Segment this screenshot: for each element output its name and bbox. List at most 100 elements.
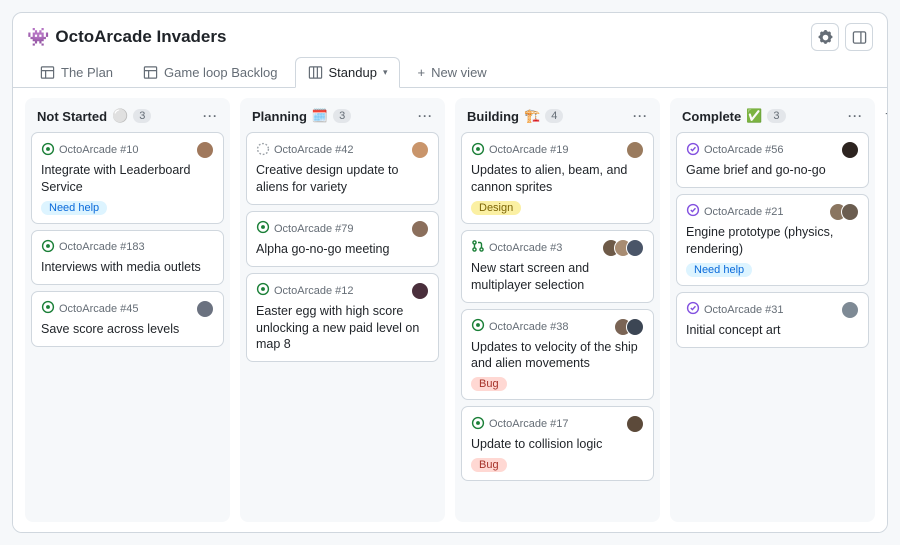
tab-new-view[interactable]: + New view (404, 57, 499, 88)
issue-card[interactable]: OctoArcade #38 Updates to velocity of th… (461, 309, 654, 401)
assignees (196, 300, 214, 318)
issue-card[interactable]: OctoArcade #45 Save score across levels (31, 291, 224, 347)
column-menu-button[interactable]: ··· (848, 109, 863, 123)
gear-icon (818, 30, 833, 45)
card-meta: OctoArcade #10 (41, 142, 139, 159)
issue-label: Need help (686, 263, 752, 277)
status-icon (471, 416, 485, 433)
card-top: OctoArcade #3 (471, 239, 644, 257)
avatar (626, 239, 644, 257)
issue-title: Engine prototype (physics, rendering) (686, 224, 859, 258)
column-count: 3 (333, 109, 351, 123)
assignees (411, 282, 429, 300)
issue-title: Updates to velocity of the ship and alie… (471, 339, 644, 373)
card-top: OctoArcade #19 (471, 141, 644, 159)
status-icon (686, 203, 700, 220)
avatar (411, 282, 429, 300)
tab-label: The Plan (61, 65, 113, 80)
header-actions (811, 23, 873, 51)
issue-card[interactable]: OctoArcade #10 Integrate with Leaderboar… (31, 132, 224, 224)
issue-title: New start screen and multiplayer selecti… (471, 260, 644, 294)
tab-standup[interactable]: Standup ▾ (295, 57, 401, 88)
avatar (841, 203, 859, 221)
issue-title: Easter egg with high score unlocking a n… (256, 303, 429, 354)
avatar (626, 415, 644, 433)
issue-label: Bug (471, 377, 507, 391)
issue-card[interactable]: OctoArcade #31 Initial concept art (676, 292, 869, 348)
plus-icon: + (417, 65, 425, 80)
card-top: OctoArcade #38 (471, 318, 644, 336)
avatar (411, 220, 429, 238)
status-icon (256, 142, 270, 159)
card-meta: OctoArcade #12 (256, 282, 354, 299)
assignees (841, 141, 859, 159)
column-emoji: 🗓️ (312, 108, 328, 124)
issue-ref: OctoArcade #19 (489, 144, 569, 156)
card-meta: OctoArcade #21 (686, 203, 784, 220)
issue-ref: OctoArcade #3 (489, 242, 562, 254)
column-title: Building 🏗️ 4 (467, 108, 563, 124)
issue-card[interactable]: OctoArcade #12 Easter egg with high scor… (246, 273, 439, 363)
avatar (196, 141, 214, 159)
board-header: 👾 OctoArcade Invaders (13, 13, 887, 55)
status-icon (41, 142, 55, 159)
issue-ref: OctoArcade #183 (59, 241, 145, 253)
issue-card[interactable]: OctoArcade #79 Alpha go-no-go meeting (246, 211, 439, 267)
issue-card[interactable]: OctoArcade #17 Update to collision logic… (461, 406, 654, 481)
chevron-down-icon: ▾ (383, 67, 388, 78)
column-emoji: ⚪ (112, 108, 128, 124)
settings-button[interactable] (811, 23, 839, 51)
issue-title: Game brief and go-no-go (686, 162, 859, 179)
status-icon (686, 142, 700, 159)
issue-card[interactable]: OctoArcade #42 Creative design update to… (246, 132, 439, 205)
column-name: Not Started (37, 109, 107, 124)
column-header: Not Started ⚪ 3 ··· (31, 106, 224, 132)
assignees (614, 318, 644, 336)
issue-ref: OctoArcade #38 (489, 321, 569, 333)
column-title: Not Started ⚪ 3 (37, 108, 151, 124)
column-emoji: 🏗️ (524, 108, 540, 124)
status-icon (256, 220, 270, 237)
column-menu-button[interactable]: ··· (203, 109, 218, 123)
panel-button[interactable] (845, 23, 873, 51)
issue-card[interactable]: OctoArcade #19 Updates to alien, beam, a… (461, 132, 654, 224)
tab-the-plan[interactable]: The Plan (27, 57, 126, 88)
column: Not Started ⚪ 3 ··· OctoArcade #10 Integ… (25, 98, 230, 522)
tab-game-loop-backlog[interactable]: Game loop Backlog (130, 57, 290, 88)
status-icon (471, 318, 485, 335)
column-name: Building (467, 109, 519, 124)
tab-label: New view (431, 65, 487, 80)
card-meta: OctoArcade #45 (41, 300, 139, 317)
issue-label: Design (471, 201, 521, 215)
issue-label: Bug (471, 458, 507, 472)
status-icon (256, 282, 270, 299)
column: Planning 🗓️ 3 ··· OctoArcade #42 Creativ… (240, 98, 445, 522)
assignees (626, 415, 644, 433)
view-tabs: The Plan Game loop Backlog Standup ▾ + N… (13, 55, 887, 88)
issue-card[interactable]: OctoArcade #3 New start screen and multi… (461, 230, 654, 303)
avatar (626, 318, 644, 336)
avatar (841, 141, 859, 159)
column-count: 3 (133, 109, 151, 123)
column-menu-button[interactable]: ··· (418, 109, 433, 123)
card-meta: OctoArcade #17 (471, 416, 569, 433)
assignees (196, 141, 214, 159)
column-count: 4 (545, 109, 563, 123)
tab-label: Standup (329, 65, 377, 80)
project-board: 👾 OctoArcade Invaders The Plan Game loop… (12, 12, 888, 533)
issue-ref: OctoArcade #56 (704, 144, 784, 156)
issue-title: Alpha go-no-go meeting (256, 241, 429, 258)
column-name: Complete (682, 109, 741, 124)
issue-card[interactable]: OctoArcade #21 Engine prototype (physics… (676, 194, 869, 286)
card-top: OctoArcade #10 (41, 141, 214, 159)
issue-ref: OctoArcade #21 (704, 206, 784, 218)
add-column-button[interactable]: + (885, 98, 887, 522)
column-count: 3 (767, 109, 785, 123)
card-meta: OctoArcade #79 (256, 220, 354, 237)
column-menu-button[interactable]: ··· (633, 109, 648, 123)
avatar (196, 300, 214, 318)
issue-card[interactable]: OctoArcade #56 Game brief and go-no-go (676, 132, 869, 188)
issue-card[interactable]: OctoArcade #183 Interviews with media ou… (31, 230, 224, 285)
issue-title: Creative design update to aliens for var… (256, 162, 429, 196)
status-icon (471, 142, 485, 159)
